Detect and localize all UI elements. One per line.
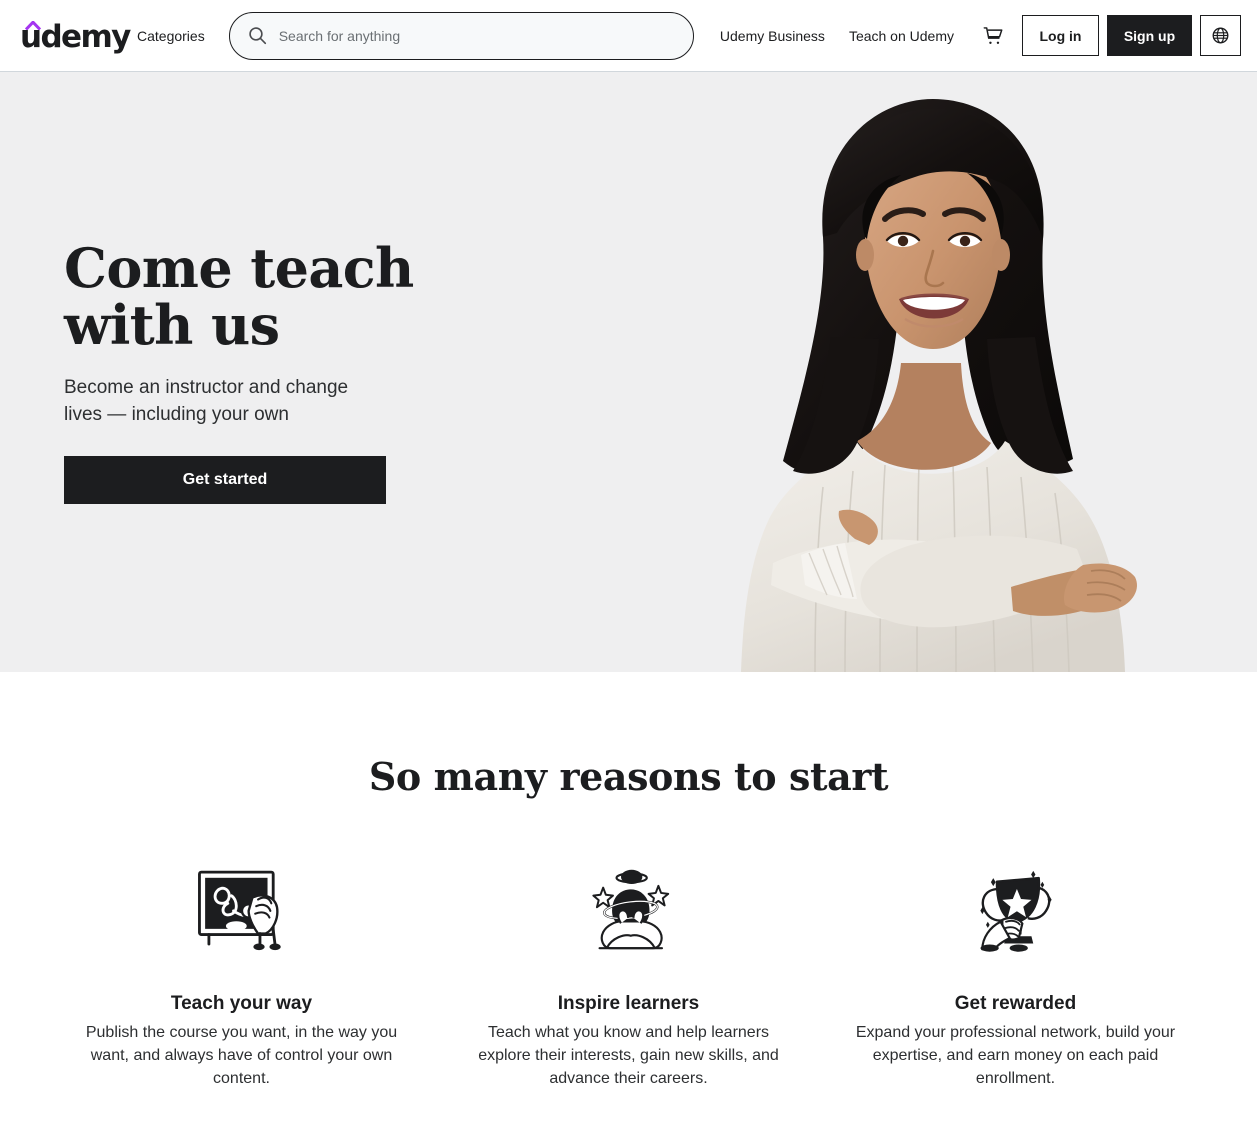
- reasons-grid: Teach your way Publish the course you wa…: [0, 861, 1257, 1090]
- nav-categories[interactable]: Categories: [125, 20, 217, 52]
- cart-button[interactable]: [972, 17, 1014, 55]
- search-icon: [248, 27, 266, 45]
- hero-section: Come teach with us Become an instructor …: [0, 72, 1257, 672]
- reason-text: Teach what you know and help learners ex…: [478, 1024, 779, 1087]
- reason-card-inspire-learners: Inspire learners Teach what you know and…: [435, 861, 822, 1090]
- trophy-icon: [961, 861, 1071, 957]
- login-button[interactable]: Log in: [1022, 15, 1099, 56]
- header-actions: Udemy Business Teach on Udemy Log in Sig…: [708, 15, 1241, 56]
- reason-text: Publish the course you want, in the way …: [85, 1024, 398, 1087]
- reason-card-get-rewarded: Get rewarded Expand your professional ne…: [822, 861, 1209, 1090]
- get-started-button[interactable]: Get started: [64, 456, 386, 504]
- reasons-section: So many reasons to start Teach your way …: [0, 672, 1257, 1090]
- logo-caret-icon: [25, 20, 41, 30]
- site-header: udemy Categories Udemy Business Teach on…: [0, 0, 1257, 72]
- language-selector-button[interactable]: [1200, 15, 1241, 56]
- search-input[interactable]: [278, 27, 677, 44]
- search-box[interactable]: [228, 11, 694, 60]
- hero-title-line-1: Come teach: [64, 236, 414, 300]
- hero-subtitle: Become an instructor and change lives — …: [64, 377, 349, 425]
- reason-heading: Get rewarded: [954, 993, 1077, 1014]
- search-container: [217, 11, 708, 60]
- instructor-portrait-illustration: [705, 87, 1155, 672]
- reason-card-teach-your-way: Teach your way Publish the course you wa…: [48, 861, 435, 1090]
- udemy-logo[interactable]: udemy: [20, 19, 131, 53]
- chalkboard-icon: [187, 861, 297, 957]
- nav-link-teach-on-udemy[interactable]: Teach on Udemy: [837, 20, 966, 52]
- hero-title-line-2: with us: [64, 293, 280, 357]
- planet-head-icon-svg: [591, 869, 669, 950]
- trophy-icon-svg: [979, 870, 1052, 952]
- planet-head-icon: [574, 861, 684, 957]
- globe-icon: [1212, 27, 1229, 44]
- hero-copy: Come teach with us Become an instructor …: [64, 240, 484, 504]
- shopping-cart-icon: [983, 26, 1003, 44]
- hero-title: Come teach with us: [64, 240, 484, 354]
- nav-link-udemy-business[interactable]: Udemy Business: [708, 20, 837, 52]
- hero-photo: [705, 87, 1155, 672]
- reason-heading: Teach your way: [170, 993, 313, 1014]
- reason-text: Expand your professional network, build …: [855, 1024, 1176, 1087]
- reason-heading: Inspire learners: [557, 993, 700, 1014]
- reasons-heading: So many reasons to start: [368, 754, 889, 799]
- signup-button[interactable]: Sign up: [1107, 15, 1192, 56]
- chalkboard-icon-svg: [197, 870, 281, 951]
